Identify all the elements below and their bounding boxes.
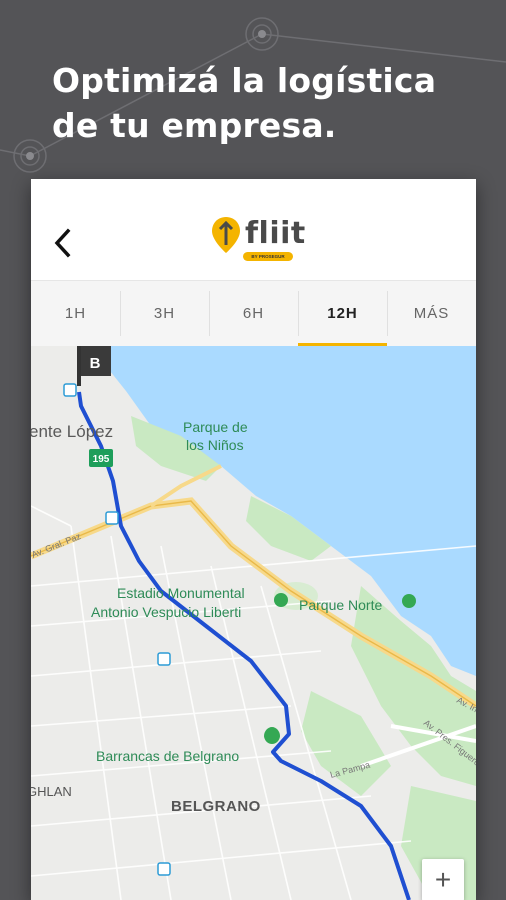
app-bar: fliit BY PROSEGUR [31,179,476,280]
route-shield-label: 195 [93,454,110,465]
logo-tagline: BY PROSEGUR [243,252,293,261]
flag-label: B [90,355,101,372]
river-water [91,346,476,676]
label-parque-norte: Parque Norte [299,597,382,613]
park-pin-icon [402,594,416,608]
tab-6h[interactable]: 6H [209,281,298,346]
label-parque-ninos-2: los Niños [186,437,244,453]
label-barrancas: Barrancas de Belgrano [96,748,239,764]
label-parque-ninos-1: Parque de [183,419,248,435]
logo-wordmark: fliit [245,216,306,251]
phone-screen: fliit BY PROSEGUR 1H 3H 6H 12H MÁS 195 B… [31,179,476,900]
barrancas-pin-icon [264,727,280,744]
location-pin-icon [212,217,240,253]
tab-mas[interactable]: MÁS [387,281,476,346]
route-map[interactable]: 195 B ente López Parque de los Niños Est… [31,346,476,900]
fliit-logo: fliit BY PROSEGUR [211,215,331,265]
tab-12h[interactable]: 12H [298,281,387,346]
zoom-in-button[interactable]: + [422,859,464,900]
label-estadio-2: Antonio Vespucio Liberti [91,604,241,620]
label-belgrano: BELGRANO [171,798,261,815]
chevron-left-icon [54,228,71,258]
headline-line-1: Optimizá la logística [52,61,437,100]
time-range-tabs: 1H 3H 6H 12H MÁS [31,280,476,346]
flag-pole [77,346,81,386]
label-vicente-lopez: ente López [31,422,113,441]
map-canvas: 195 B ente López Parque de los Niños Est… [31,346,476,900]
label-estadio-1: Estadio Monumental [117,585,245,601]
back-button[interactable] [49,223,79,263]
label-ghlan: GHLAN [31,784,72,799]
headline: Optimizá la logística de tu empresa. [52,58,492,148]
tab-3h[interactable]: 3H [120,281,209,346]
park-area [301,691,391,796]
tab-1h[interactable]: 1H [31,281,120,346]
headline-line-2: de tu empresa. [52,106,337,145]
stadium-pin-icon [274,593,288,607]
